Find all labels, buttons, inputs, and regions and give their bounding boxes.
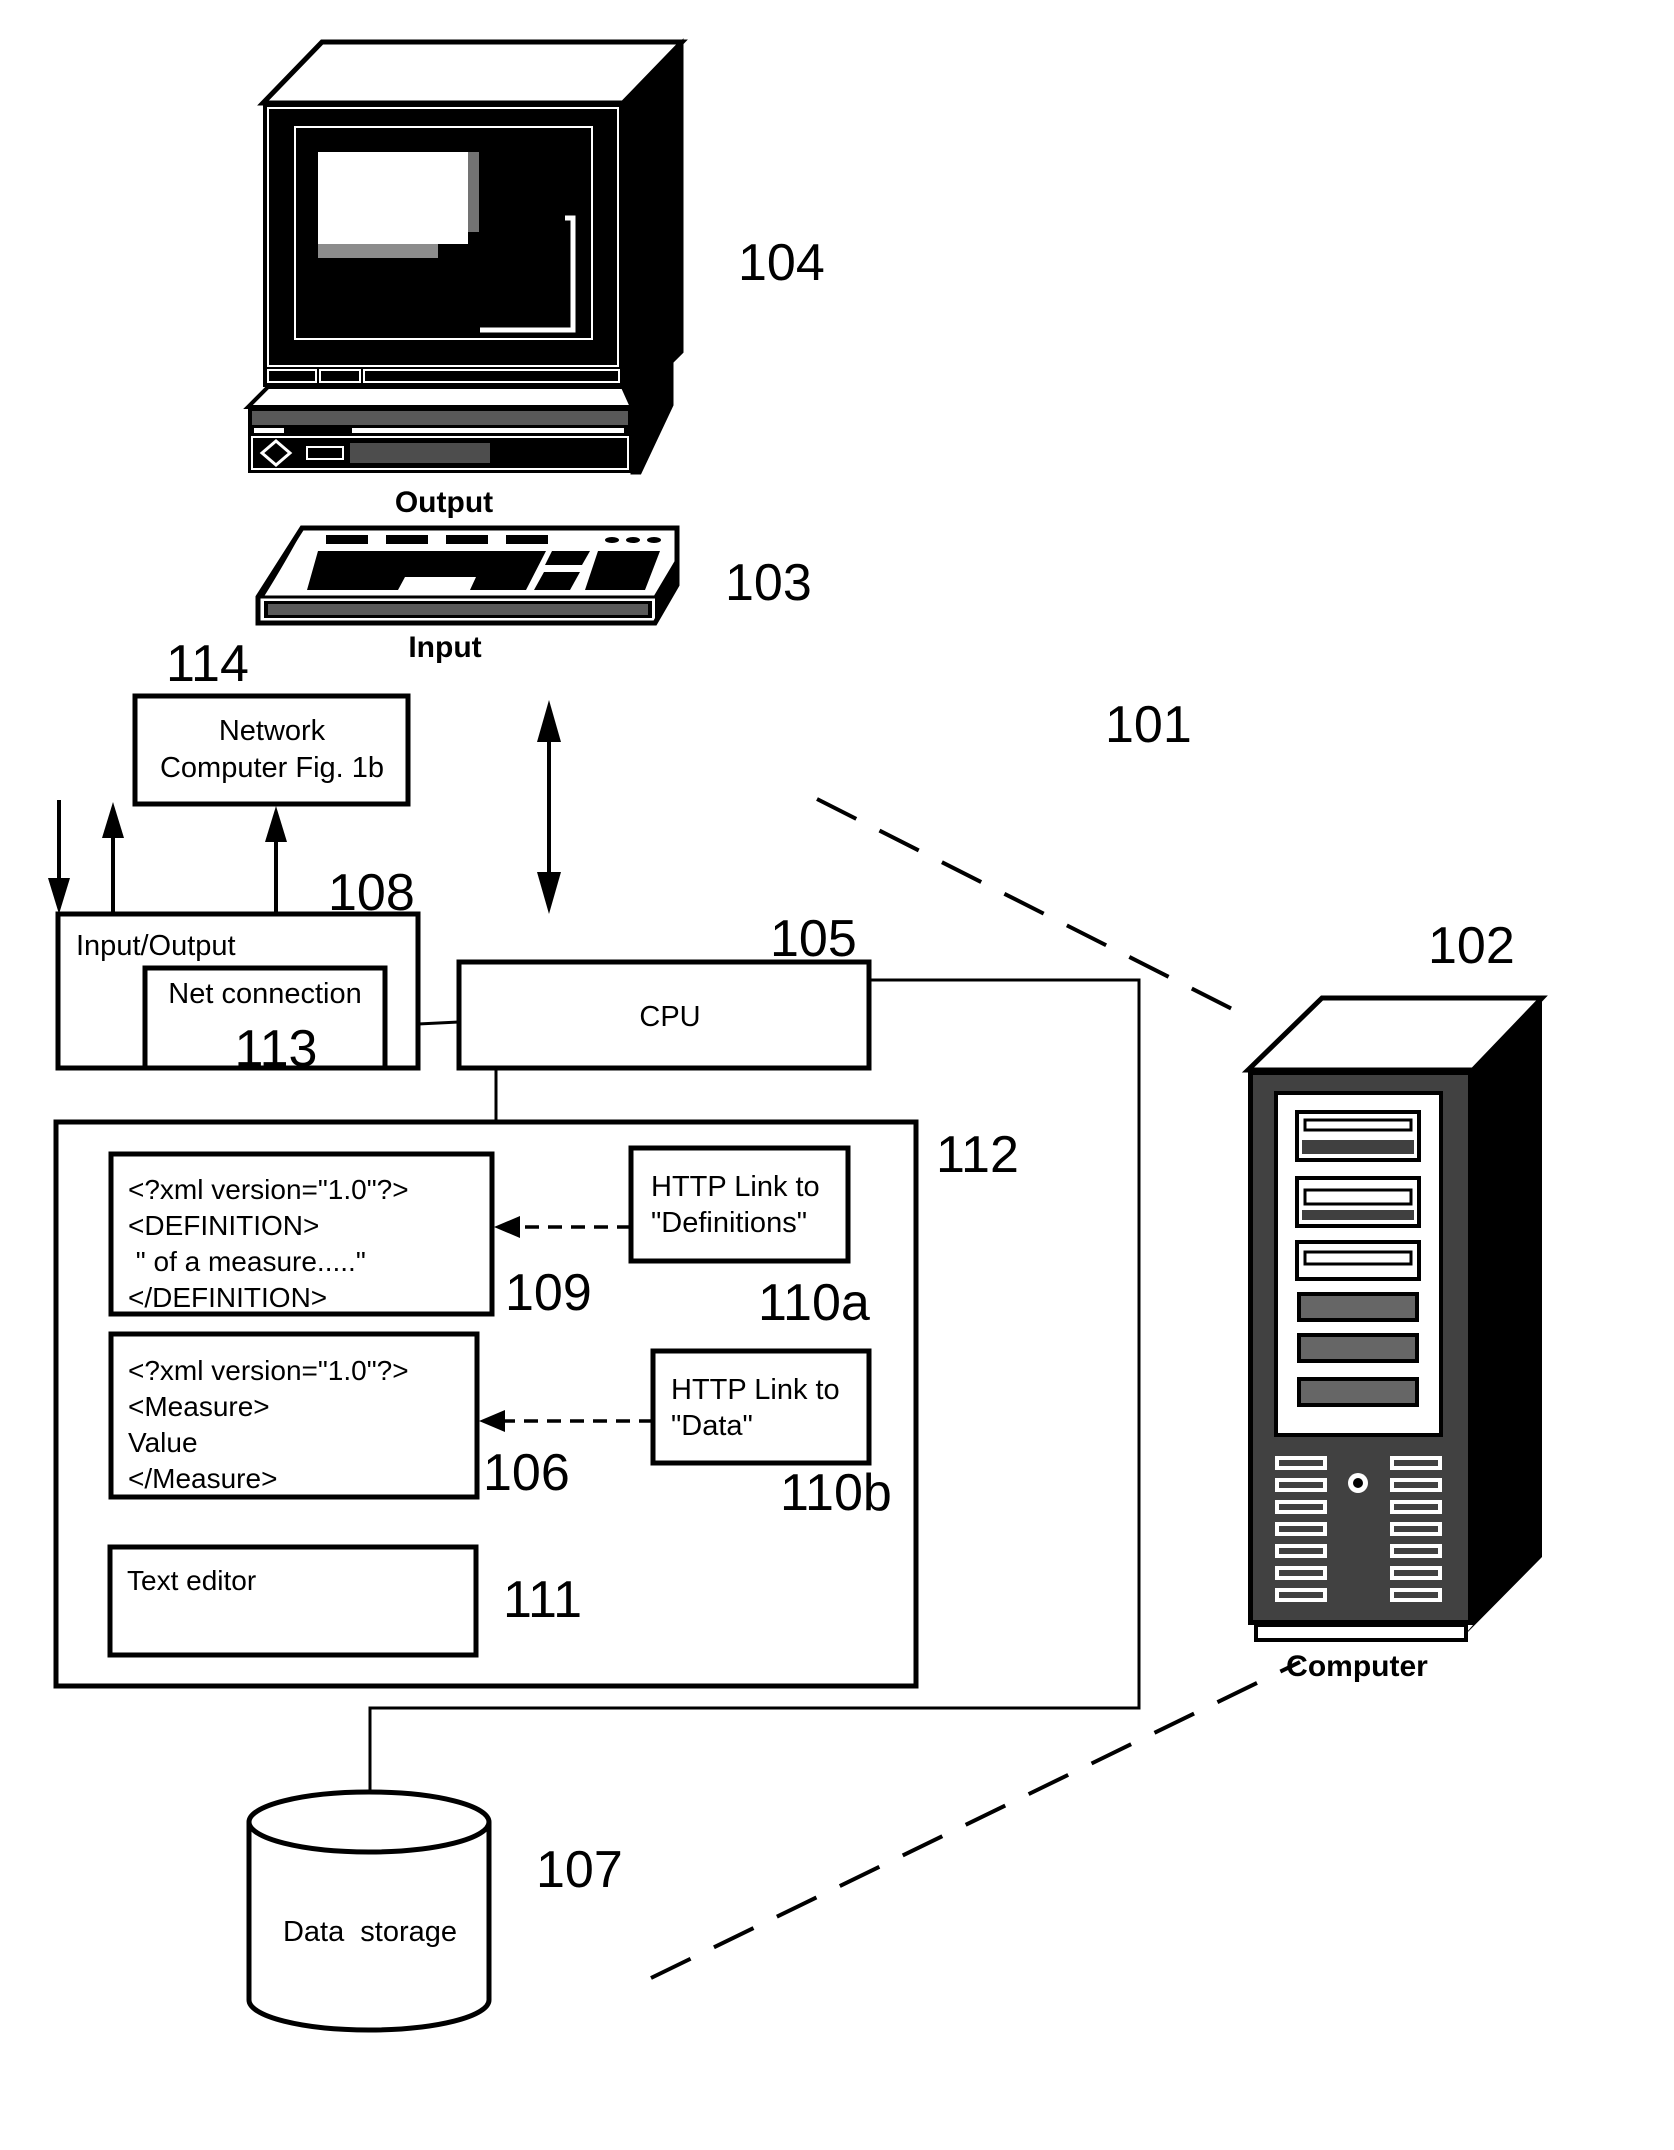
- keyboard-icon: [255, 525, 680, 626]
- ref-112: 112: [936, 1126, 1019, 1184]
- text-editor-box: [107, 1544, 479, 1658]
- ref-110a: 110a: [758, 1274, 870, 1332]
- server-tower-icon: [1241, 995, 1548, 1642]
- http-link-data-box: [650, 1348, 872, 1466]
- ref-111: 111: [503, 1571, 582, 1629]
- xml-measure-line-3: Value: [128, 1427, 198, 1458]
- external-output-arrow: [102, 802, 124, 912]
- keyboard-caption: Input: [408, 631, 481, 664]
- xml-measure-line-1: <?xml version="1.0"?>: [128, 1355, 409, 1386]
- cpu-label: CPU: [639, 1001, 700, 1033]
- monitor-icon: [243, 38, 688, 475]
- xml-definition-line-2: <DEFINITION>: [128, 1210, 319, 1241]
- xml-measure-line-4: </Measure>: [128, 1463, 277, 1494]
- ref-103: 103: [725, 554, 812, 612]
- http-link-definitions-box: [628, 1145, 851, 1264]
- ref-106: 106: [483, 1444, 570, 1502]
- ref-113: 113: [235, 1020, 318, 1078]
- net-connection-label: Net connection: [168, 978, 361, 1010]
- ref-109: 109: [505, 1264, 592, 1322]
- system-boundary-dashed-upper: [816, 797, 1251, 1020]
- network-computer-line-2: Computer Fig. 1b: [160, 752, 384, 784]
- xml-definition-line-3: " of a measure.....": [128, 1246, 366, 1277]
- external-input-arrow: [48, 800, 70, 914]
- database-cylinder-icon: [246, 1789, 492, 2033]
- monitor-caption: Output: [395, 486, 493, 519]
- ref-107: 107: [536, 1841, 623, 1899]
- input-output-label: Input/Output: [76, 930, 236, 962]
- ref-110b: 110b: [780, 1464, 892, 1522]
- http-link-definitions-line-1: HTTP Link to: [651, 1171, 820, 1203]
- system-diagram: 104 Output 103 Input 101 114 Network Com…: [48, 38, 1548, 2033]
- xml-definition-line-4: </DEFINITION>: [128, 1282, 327, 1313]
- ref-105: 105: [770, 910, 857, 968]
- text-editor-label: Text editor: [127, 1565, 256, 1596]
- io-cpu-connector: [417, 1020, 460, 1026]
- network-computer-line-1: Network: [219, 715, 326, 747]
- server-caption: Computer: [1286, 1650, 1428, 1683]
- data-storage-label: Data storage: [283, 1916, 457, 1948]
- xml-measure-line-2: <Measure>: [128, 1391, 270, 1422]
- xml-definition-line-1: <?xml version="1.0"?>: [128, 1174, 409, 1205]
- ref-101: 101: [1105, 696, 1192, 754]
- http-link-definitions-line-2: "Definitions": [651, 1207, 807, 1239]
- network-computer-box: [132, 693, 411, 807]
- user-io-double-arrow: [537, 700, 561, 914]
- ref-104: 104: [738, 234, 825, 292]
- http-link-data-line-1: HTTP Link to: [671, 1374, 840, 1406]
- http-link-data-line-2: "Data": [671, 1410, 753, 1442]
- ref-102: 102: [1428, 917, 1515, 975]
- ref-114: 114: [166, 635, 249, 693]
